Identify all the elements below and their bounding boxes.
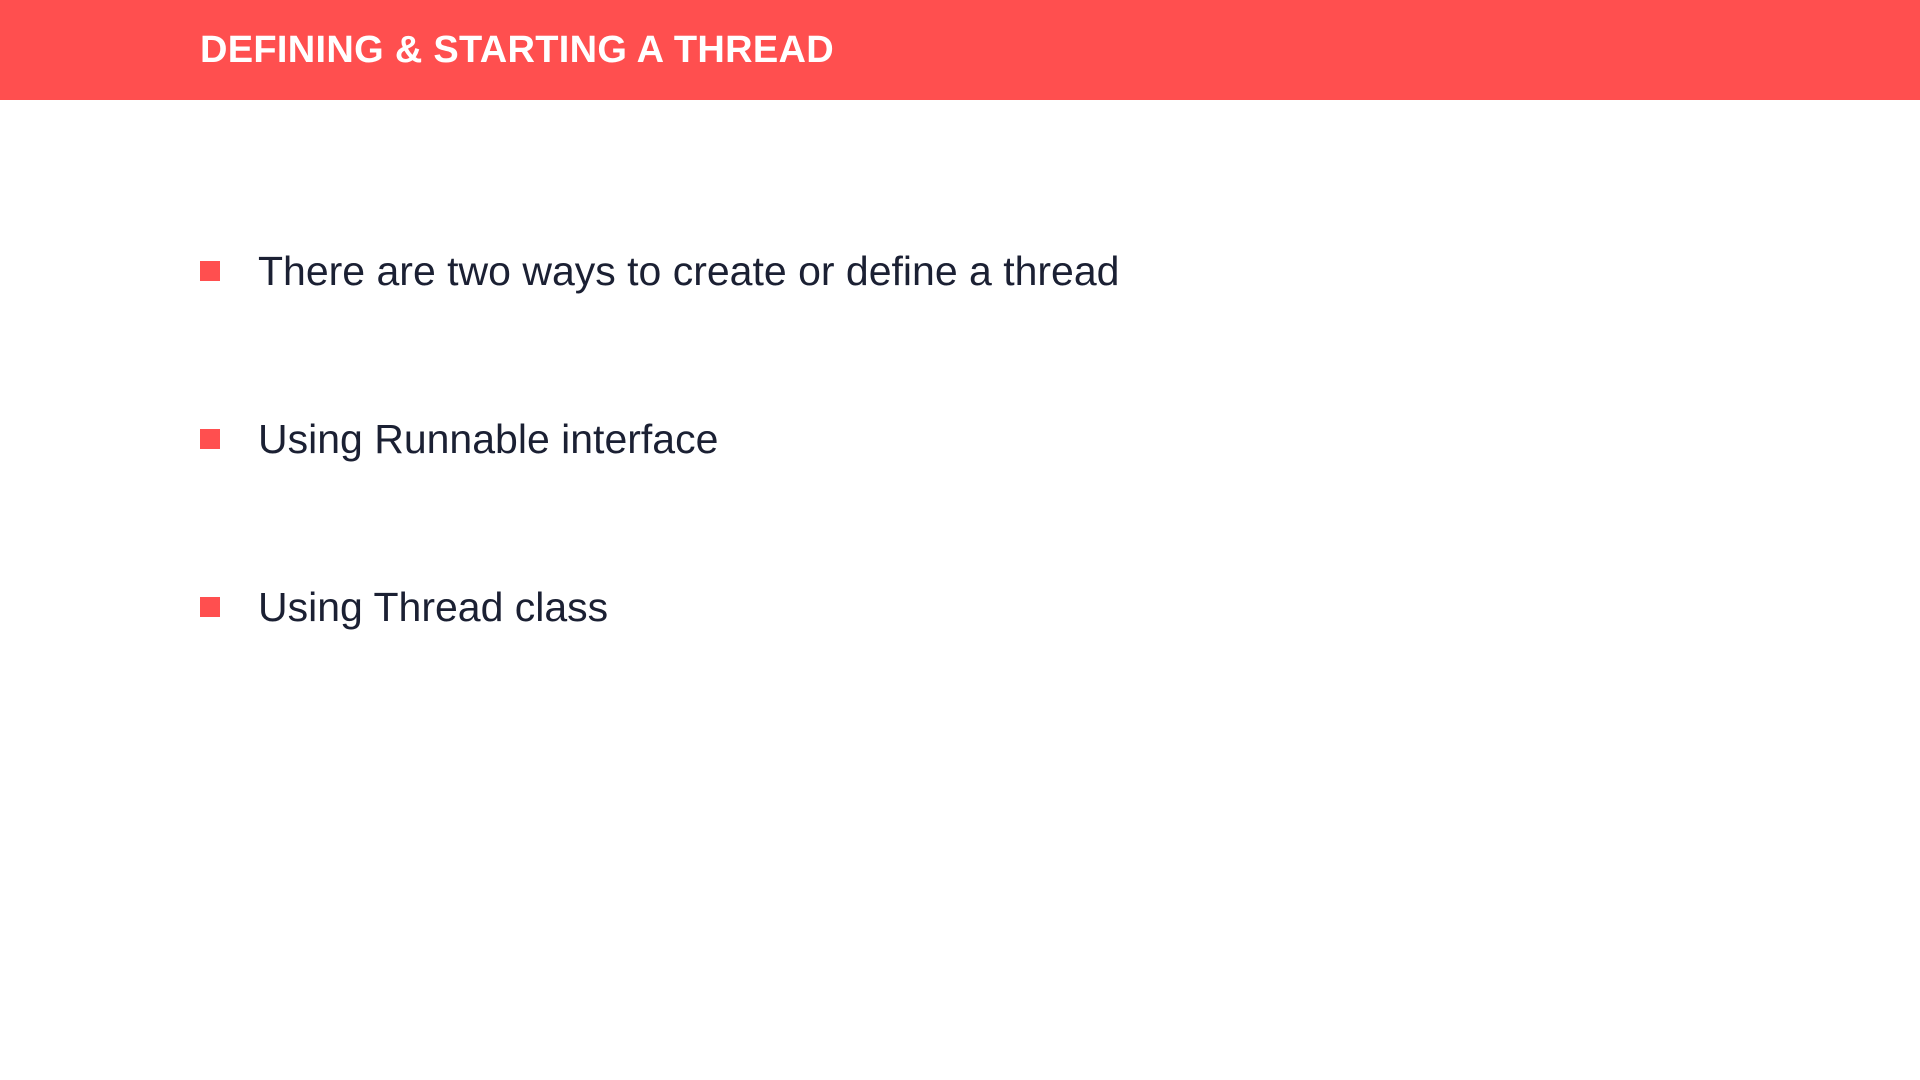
bullet-item: Using Runnable interface [200, 411, 1800, 467]
bullet-text: Using Thread class [258, 584, 609, 630]
bullet-item: There are two ways to create or define a… [200, 243, 1800, 299]
bullet-text: Using Runnable interface [258, 416, 719, 462]
square-bullet-icon [200, 429, 220, 449]
square-bullet-icon [200, 597, 220, 617]
bullet-text: There are two ways to create or define a… [258, 248, 1120, 294]
bullet-list: There are two ways to create or define a… [200, 0, 1800, 1080]
square-bullet-icon [200, 261, 220, 281]
slide: DEFINING & STARTING A THREAD There are t… [0, 0, 1920, 1080]
bullet-item: Using Thread class [200, 579, 1800, 635]
